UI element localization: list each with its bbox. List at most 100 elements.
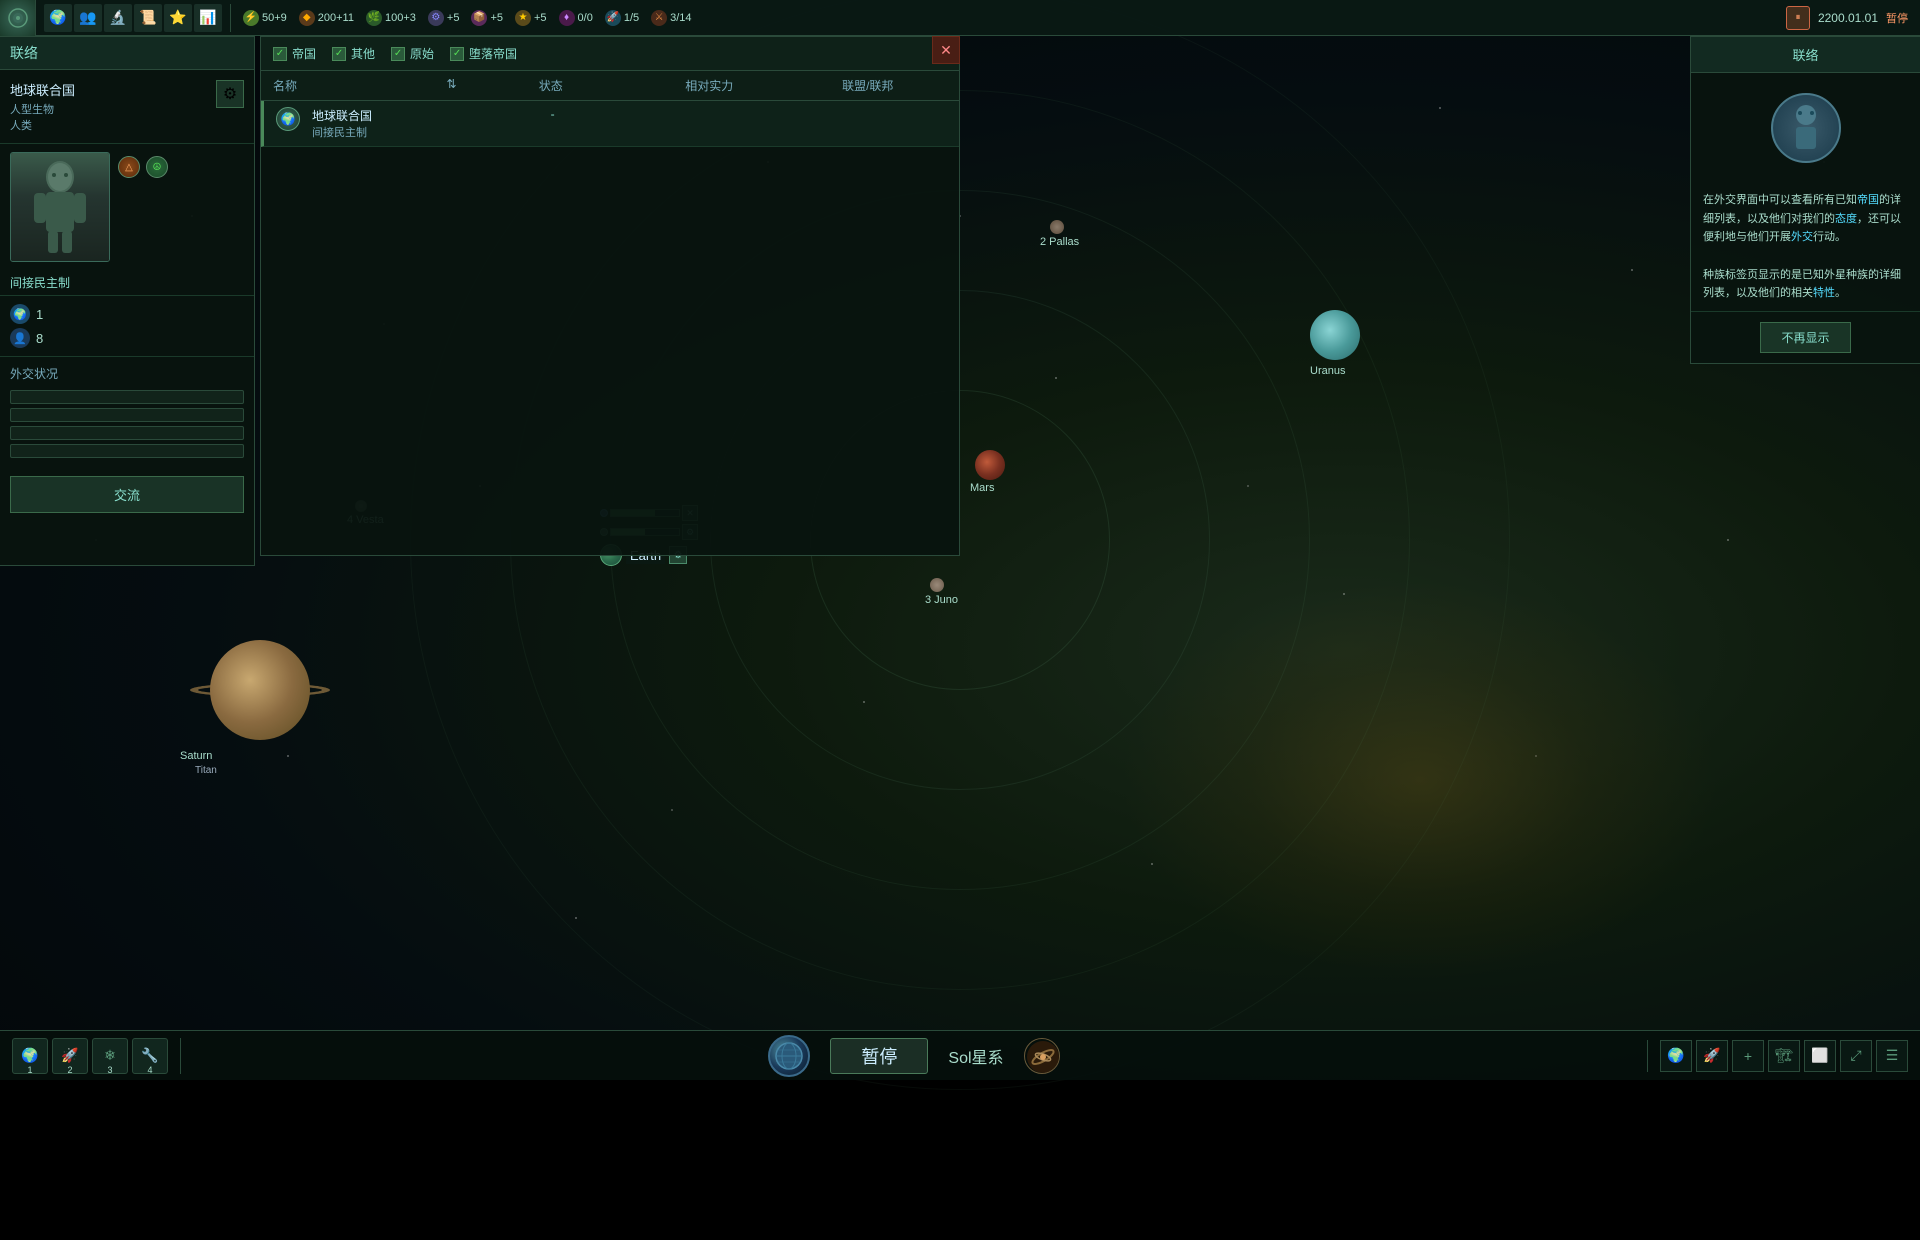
bottom-icon-construction[interactable]: 🔧 4 [132,1038,168,1074]
desc-text-1: 在外交界面中可以查看所有已知 [1703,194,1857,206]
empire-options-btn[interactable]: ⚙ [216,80,244,108]
toolbar-icon-factions[interactable]: ⭐ [164,4,192,32]
uranus-body [1310,310,1360,360]
fallen-checkbox[interactable]: ✓ [450,47,464,61]
resource-unity: ★ +5 [515,10,547,26]
unity-value: +5 [534,12,547,24]
toolbar-icons-group: 🌍 👥 🔬 📜 ⭐ 📊 [36,4,231,32]
resource-army: ⚔ 3/14 [651,10,691,26]
close-button[interactable]: ✕ [932,36,960,64]
system-name: Sol星系 [948,1044,1003,1068]
filter-tab-fallen[interactable]: ✓ 堕落帝国 [450,45,517,62]
galaxy-icon[interactable] [1024,1038,1060,1074]
desc-highlight-diplomacy: 外交 [1791,231,1813,243]
table-body: 🌍 地球联合国 间接民主制 - [261,101,959,529]
map-btn-planet[interactable]: 🌍 [1660,1040,1692,1072]
mars-container[interactable]: Mars [975,450,1005,480]
map-btn-zoom-in[interactable]: + [1732,1040,1764,1072]
icon-badge-4: 4 [133,1065,167,1075]
date-display: 2200.01.01 [1818,11,1878,25]
icon-badge-2: 2 [53,1065,87,1075]
pause-button[interactable]: ⏸ [1786,6,1810,30]
pause-banner-text: 暂停 [861,1043,897,1069]
desc-highlight-attitude: 态度 [1835,213,1857,225]
mars-label: Mars [970,482,994,494]
col-name: 名称 [273,77,432,94]
energy-icon: ⚡ [243,10,259,26]
ethic-icon-2[interactable]: ☮ [146,156,168,178]
other-checkbox[interactable]: ✓ [332,47,346,61]
planet-count: 1 [36,307,43,322]
bottom-center: 暂停 Sol星系 [181,1035,1647,1077]
pop-count: 8 [36,331,43,346]
pause-banner: 暂停 [830,1038,928,1074]
map-btn-fleet[interactable]: 🚀 [1696,1040,1728,1072]
pallas-container[interactable]: 2 Pallas [1050,220,1064,234]
icon-badge-3: 3 [93,1065,127,1075]
map-btn-menu[interactable]: ☰ [1876,1040,1908,1072]
resource-consumer: 📦 +5 [471,10,503,26]
stat-row-population: 👤 8 [10,328,244,348]
row-status: - [474,107,632,140]
pallas-label: 2 Pallas [1040,236,1079,248]
toolbar-icon-globe[interactable]: 🌍 [44,4,72,32]
no-show-button[interactable]: 不再显示 [1760,322,1850,353]
planet-stat-icon: 🌍 [10,304,30,324]
empire-race: 人类 [10,117,75,133]
influence-value: 0/0 [578,12,593,24]
stats-area: 🌍 1 👤 8 [0,296,254,357]
resource-influence: ♦ 0/0 [559,10,593,26]
table-row[interactable]: 🌍 地球联合国 间接民主制 - [261,101,959,147]
fleet-icon: 🚀 [605,10,621,26]
system-globe[interactable] [768,1035,810,1077]
food-value: 100+3 [385,12,416,24]
pause-status: 暂停 [1886,10,1908,26]
army-value: 3/14 [670,12,691,24]
empire-portrait[interactable] [10,152,110,262]
minerals-icon: ◆ [299,10,315,26]
bottom-icon-map[interactable]: 🌍 1 [12,1038,48,1074]
filter-tab-empire[interactable]: ✓ 帝国 [273,45,316,62]
juno-container[interactable]: 3 Juno [930,578,944,592]
left-panel-title: 联络 [0,37,254,70]
influence-icon: ♦ [559,10,575,26]
consumer-icon: 📦 [471,10,487,26]
uranus-container[interactable]: Uranus [1310,310,1360,360]
pop-stat-icon: 👤 [10,328,30,348]
toolbar-icon-situations[interactable]: 📊 [194,4,222,32]
avatar-svg [1786,103,1826,153]
portrait-figure [11,153,109,261]
ethic-icon-1[interactable]: △ [118,156,140,178]
minerals-value: 200+11 [318,12,354,24]
col-sort[interactable]: ⇅ [432,77,472,94]
toolbar-icon-people[interactable]: 👥 [74,4,102,32]
pallas-body [1050,220,1064,234]
right-info-panel: 联络 在外交界面中可以查看所有已知帝国的详细列表，以及他们对我们的态度，还可以便… [1690,36,1920,364]
logo-icon [7,7,29,29]
filter-tab-other[interactable]: ✓ 其他 [332,45,375,62]
icon-badge-1: 1 [13,1065,47,1075]
exchange-button[interactable]: 交流 [10,476,244,513]
empire-checkbox[interactable]: ✓ [273,47,287,61]
empire-info: 地球联合国 人型生物 人类 ⚙ [0,70,254,144]
juno-label: 3 Juno [925,594,958,606]
toolbar-right: ⏸ 2200.01.01 暂停 [1774,6,1920,30]
row-empire-icon: 🌍 [276,107,300,131]
toolbar-icon-research[interactable]: 🔬 [104,4,132,32]
primitive-checkbox[interactable]: ✓ [391,47,405,61]
empire-portrait-area: △ ☮ [0,144,254,270]
consumer-value: +5 [490,12,503,24]
diplomacy-status: 外交状况 [0,357,254,466]
map-btn-colony[interactable]: 🏗 [1768,1040,1800,1072]
bottom-icon-fleet[interactable]: 🚀 2 [52,1038,88,1074]
alloys-icon: ⚙ [428,10,444,26]
diplo-bar-3 [10,426,244,440]
bottom-icon-science[interactable]: ❄ 3 [92,1038,128,1074]
game-logo[interactable] [0,0,36,36]
main-diplomacy-panel: ✕ ✓ 帝国 ✓ 其他 ✓ 原始 ✓ 堕落帝国 名称 ⇅ 状态 相对实力 联盟/… [260,36,960,556]
map-btn-window[interactable]: ⬜ [1804,1040,1836,1072]
filter-tab-primitive[interactable]: ✓ 原始 [391,45,434,62]
diplomacy-title: 外交状况 [10,365,244,382]
toolbar-icon-policy[interactable]: 📜 [134,4,162,32]
map-btn-expand[interactable]: ⤢ [1840,1040,1872,1072]
